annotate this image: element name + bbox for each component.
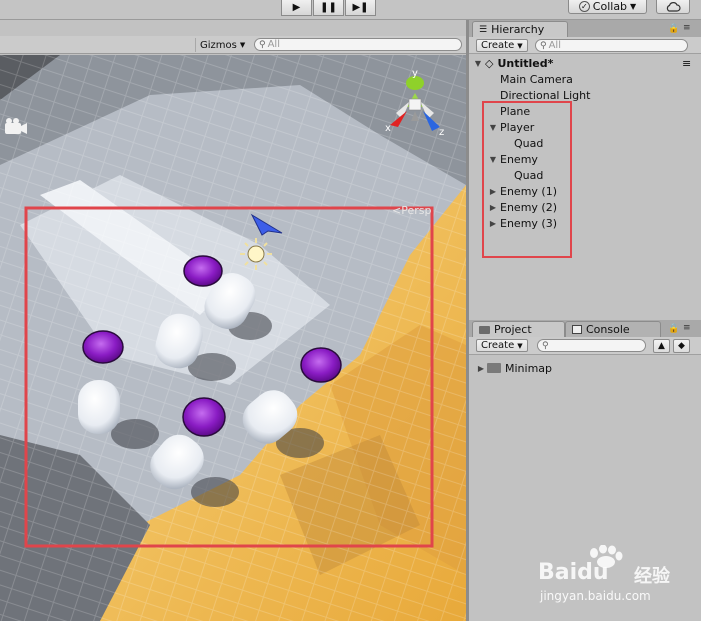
chevron-down-icon: ▼: [517, 41, 523, 50]
tab-hierarchy[interactable]: ☰ Hierarchy: [472, 21, 568, 37]
unity-scene-icon: ◇: [485, 56, 494, 70]
scene-toolbar: Gizmos ▼ ⚲ All: [0, 36, 466, 54]
tab-project[interactable]: Project: [472, 321, 565, 337]
chevron-down-icon: ▼: [517, 341, 523, 350]
lock-icon[interactable]: 🔒: [668, 24, 679, 34]
menu-icon[interactable]: ≡: [682, 57, 691, 70]
tag-icon: ◆: [678, 341, 685, 351]
purple-sphere[interactable]: [183, 255, 223, 287]
pause-icon: ❚❚: [320, 2, 337, 13]
check-icon: ✓: [578, 1, 590, 12]
hierarchy-icon: ☰: [479, 24, 488, 35]
project-tab-label: Project: [494, 323, 532, 336]
scene-search-placeholder: All: [267, 39, 280, 50]
tab-console[interactable]: Console: [565, 321, 661, 337]
pause-button[interactable]: ❚❚: [313, 0, 344, 16]
capsule-shadow: [111, 419, 159, 449]
shapes-icon: ▲: [658, 341, 665, 351]
filter-by-type-button[interactable]: ▲: [653, 339, 670, 353]
console-icon: [572, 325, 582, 334]
chevron-down-icon: ▼: [630, 2, 637, 11]
baidu-watermark: Baidu 经验 jingyan.baidu.com: [538, 545, 698, 607]
create-label: Create: [481, 340, 515, 351]
persp-text: Persp: [401, 204, 432, 217]
filter-by-label-button[interactable]: ◆: [673, 339, 690, 353]
scene-name: Untitled*: [497, 56, 554, 70]
capsule-shadow: [191, 477, 239, 507]
watermark-url: jingyan.baidu.com: [540, 589, 651, 603]
purple-sphere[interactable]: [182, 397, 226, 437]
persp-label[interactable]: <Persp: [392, 204, 431, 217]
capsule[interactable]: [78, 380, 120, 434]
unity-editor: ▶ ❚❚ ▶❚ ✓ Collab ▼ Gizmos ▼ ⚲ All y x z …: [0, 0, 701, 621]
folder-icon: [479, 325, 490, 334]
step-icon: ▶❚: [352, 2, 369, 13]
purple-sphere[interactable]: [82, 330, 124, 364]
hierarchy-toolbar: Create ▼ ⚲ All: [469, 37, 701, 54]
hierarchy-item[interactable]: Main Camera: [469, 71, 701, 87]
persp-icon: <: [392, 204, 402, 217]
project-search-input[interactable]: ⚲: [537, 339, 646, 352]
play-icon: ▶: [292, 2, 301, 13]
hierarchy-create-dropdown[interactable]: Create ▼: [476, 39, 528, 52]
axis-y-label: y: [412, 68, 418, 79]
hierarchy-tabbar: ☰ Hierarchy 🔒 ≡: [469, 20, 701, 37]
project-item-label: Minimap: [505, 361, 553, 375]
play-button[interactable]: ▶: [281, 0, 312, 16]
hierarchy-item-label: Directional Light: [500, 88, 591, 102]
hierarchy-tab-label: Hierarchy: [491, 23, 545, 36]
folder-icon: [487, 363, 501, 373]
search-icon: ⚲: [542, 340, 549, 351]
scene-root-row[interactable]: ▼ ◇ Untitled* ≡: [469, 55, 701, 71]
axis-z-label: z: [439, 127, 444, 138]
chevron-right-icon[interactable]: ▶: [476, 364, 486, 373]
menu-icon[interactable]: ≡: [683, 23, 691, 33]
watermark-brand-cn: 经验: [634, 566, 670, 587]
gizmos-label: Gizmos: [200, 39, 237, 51]
menu-icon[interactable]: ≡: [683, 323, 691, 333]
axis-x-label: x: [385, 123, 391, 134]
collab-label: Collab: [592, 0, 628, 13]
chevron-down-icon[interactable]: ▼: [473, 59, 483, 68]
lock-icon[interactable]: 🔒: [668, 324, 679, 334]
gizmos-dropdown[interactable]: Gizmos ▼: [195, 38, 249, 52]
console-tab-label: Console: [586, 323, 630, 336]
terrain-grid: [0, 55, 466, 621]
chevron-down-icon: ▼: [239, 41, 246, 49]
hierarchy-item-label: Main Camera: [500, 72, 573, 86]
scene-render: y x z: [0, 55, 466, 621]
search-icon: ⚲: [540, 40, 547, 51]
hierarchy-search-input[interactable]: ⚲ All: [535, 39, 688, 52]
step-button[interactable]: ▶❚: [345, 0, 376, 16]
create-label: Create: [481, 40, 515, 51]
search-icon: ⚲: [259, 39, 266, 50]
scene-view[interactable]: y x z <Persp: [0, 55, 466, 621]
main-toolbar: ▶ ❚❚ ▶❚ ✓ Collab ▼: [0, 0, 701, 20]
purple-sphere[interactable]: [300, 347, 342, 383]
project-item[interactable]: ▶ Minimap: [469, 360, 701, 376]
cloud-button[interactable]: [656, 0, 690, 14]
watermark-brand: Baidu: [538, 560, 609, 585]
cloud-icon: [666, 2, 681, 12]
hierarchy-search-placeholder: All: [548, 40, 561, 51]
annotation-highlight-box: [482, 101, 572, 258]
scene-search-input[interactable]: ⚲ All: [254, 38, 462, 51]
collab-dropdown[interactable]: ✓ Collab ▼: [568, 0, 647, 14]
project-create-dropdown[interactable]: Create ▼: [476, 339, 528, 352]
project-tabbar: Project Console 🔒 ≡: [469, 320, 701, 337]
project-toolbar: Create ▼ ⚲ ▲ ◆: [469, 337, 701, 355]
